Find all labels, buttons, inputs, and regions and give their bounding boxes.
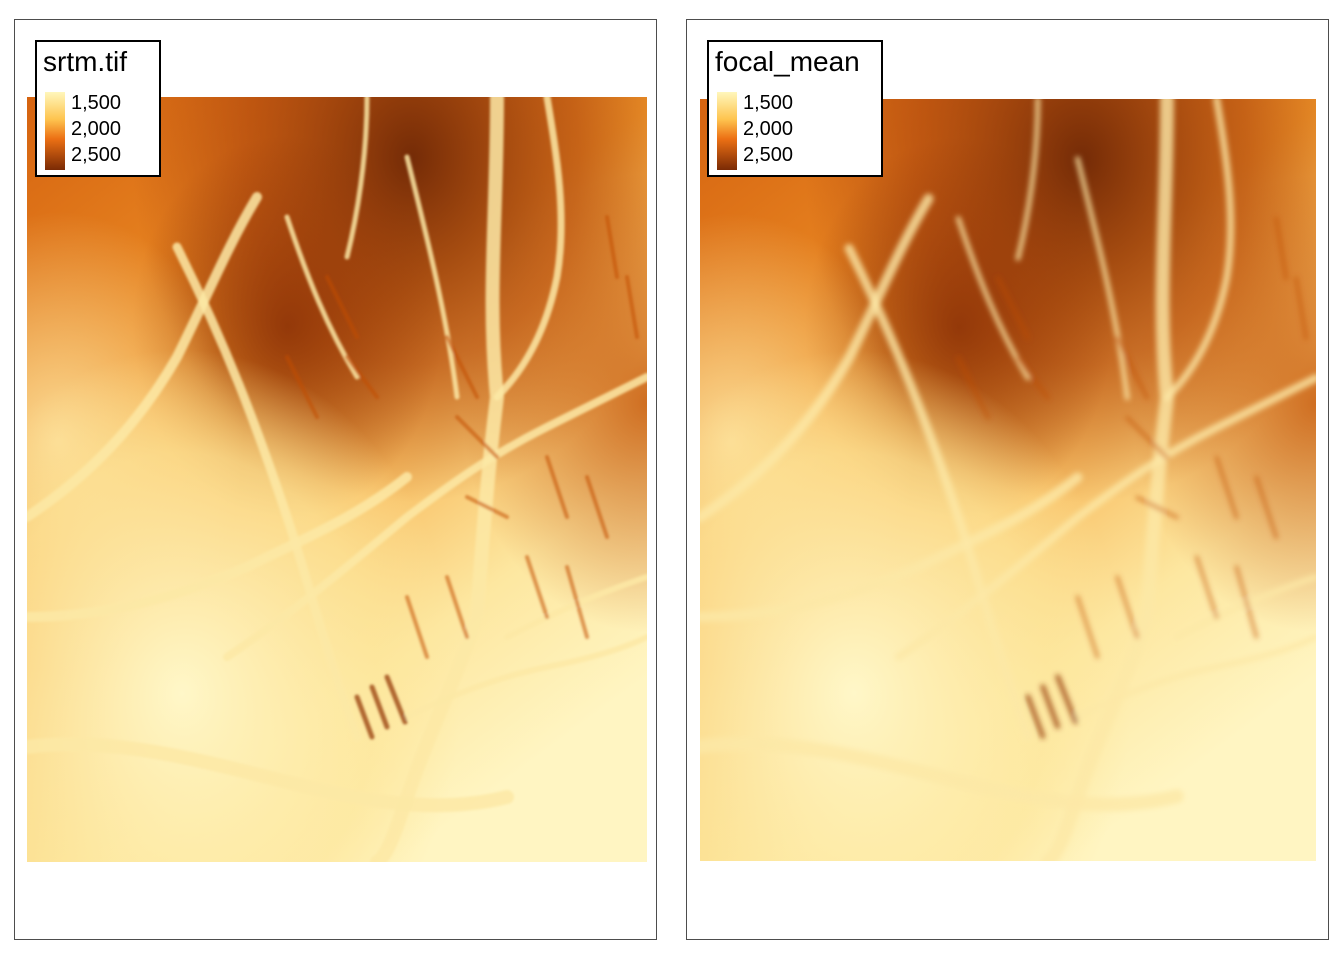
legend-label-high: 2,500	[71, 144, 122, 166]
map-panel-focal-mean: focal_mean 1,500 2,000 2,500	[686, 19, 1329, 940]
legend: srtm.tif 1,500 2,000 2,500	[35, 40, 161, 177]
legend-color-ramp	[717, 92, 737, 170]
legend: focal_mean 1,500 2,000 2,500	[707, 40, 883, 177]
focal-mean-raster	[700, 99, 1316, 861]
legend-label-mid: 2,000	[743, 118, 794, 140]
map-panel-srtm: srtm.tif 1,500 2,000 2,500	[14, 19, 657, 940]
legend-label-low: 1,500	[743, 92, 794, 114]
legend-color-ramp	[45, 92, 65, 170]
legend-title: focal_mean	[715, 46, 860, 77]
legend-label-low: 1,500	[71, 92, 122, 114]
elevation-raster	[27, 97, 647, 862]
legend-label-high: 2,500	[743, 144, 794, 166]
legend-label-mid: 2,000	[71, 118, 122, 140]
legend-title: srtm.tif	[43, 46, 127, 77]
